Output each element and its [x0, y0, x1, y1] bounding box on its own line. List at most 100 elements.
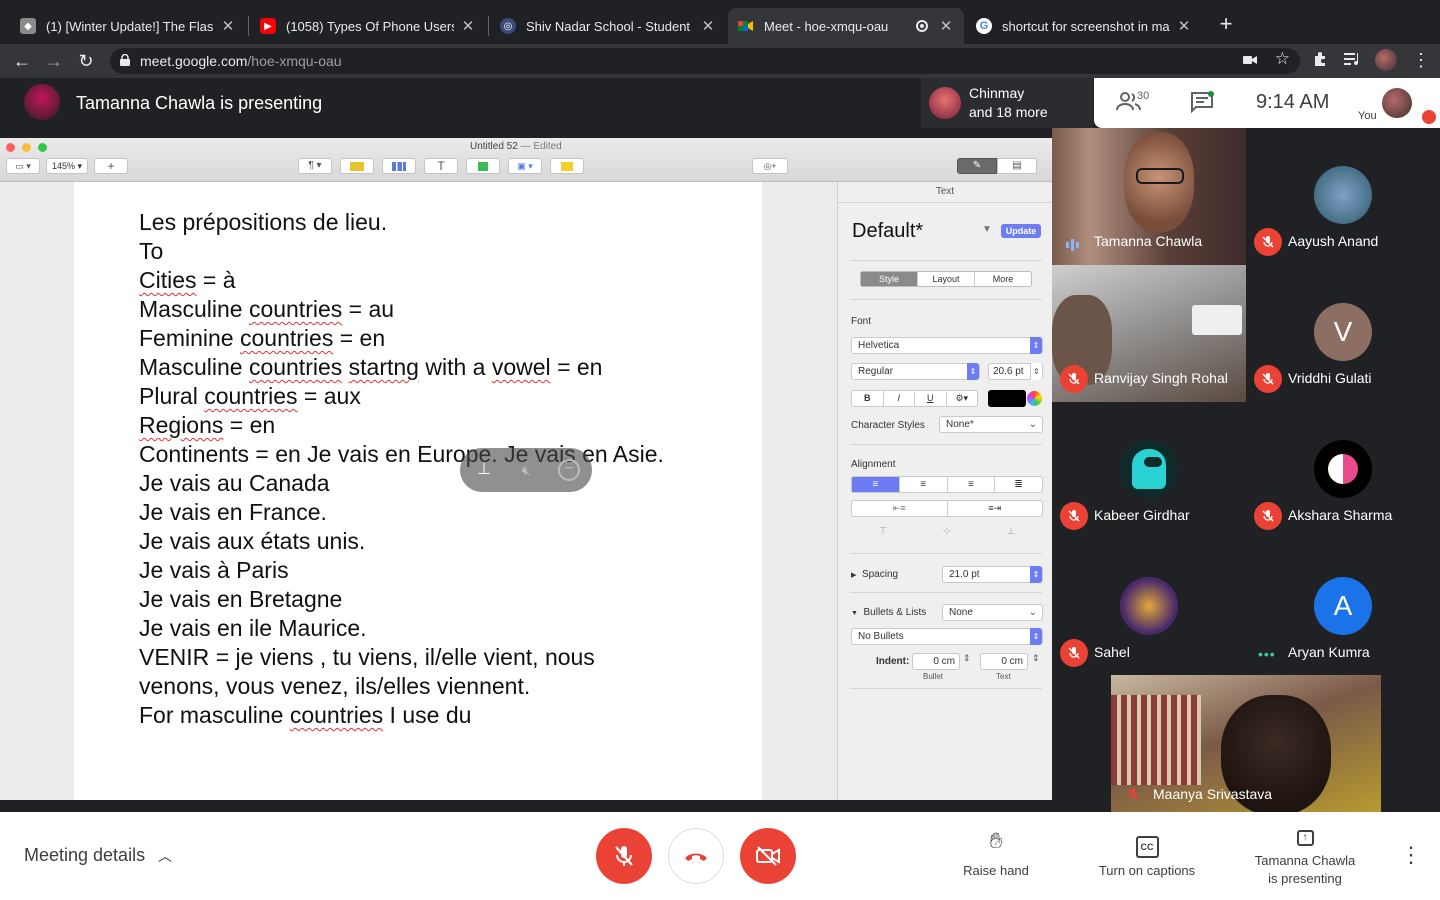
bullet-indent-field[interactable]: 0 cm — [912, 653, 960, 670]
pin-icon[interactable]: ⊥ — [472, 458, 496, 482]
tab-close-icon[interactable]: ✕ — [460, 17, 476, 35]
participant-tile[interactable]: Kabeer Girdhar — [1052, 402, 1246, 539]
align-center-icon[interactable]: ≡ — [898, 477, 947, 492]
tab-close-icon[interactable]: ✕ — [220, 17, 236, 35]
tab-style[interactable]: Style — [861, 272, 917, 286]
insert-text-button[interactable]: T — [424, 158, 458, 174]
participant-tile[interactable]: Maanya Srivastava — [1111, 675, 1381, 812]
tab-roblox[interactable]: ◆ (1) [Winter Update!] The Flash ✕ — [10, 8, 246, 44]
participant-tile[interactable]: Ranvijay Singh Rohal — [1052, 265, 1246, 402]
document-text-line[interactable]: For masculine countries I use du — [139, 701, 471, 730]
insert-shape-button[interactable] — [466, 158, 500, 174]
document-text-line[interactable]: Cities = à — [139, 266, 236, 295]
bold-button[interactable]: B — [852, 391, 883, 406]
align-right-icon[interactable]: ≡ — [946, 477, 995, 492]
camera-toggle-button[interactable] — [740, 828, 796, 884]
camera-blocked-icon[interactable] — [1242, 52, 1258, 71]
more-options-dots-icon[interactable]: ••• — [1258, 646, 1276, 662]
text-indent-field[interactable]: 0 cm — [980, 653, 1028, 670]
document-text-line[interactable]: VENIR = je viens , tu viens, il/elle vie… — [139, 643, 595, 672]
text-indent-stepper[interactable]: ⇕ — [1032, 653, 1040, 664]
remove-icon[interactable]: − — [558, 459, 580, 481]
paragraph-style-name[interactable]: Default* — [852, 220, 923, 243]
profile-avatar[interactable] — [1375, 49, 1397, 71]
insert-table-button[interactable] — [340, 158, 374, 174]
document-text-line[interactable]: Les prépositions de lieu. — [139, 208, 387, 237]
document-text-line[interactable]: Je vais au Canada — [139, 469, 330, 498]
color-picker-icon[interactable] — [1027, 391, 1042, 406]
mic-toggle-button[interactable] — [596, 828, 652, 884]
document-text-line[interactable]: Regions = en — [139, 411, 275, 440]
character-styles-select[interactable]: None* ⌄ — [939, 416, 1043, 433]
present-now-button[interactable]: ↑ Tamanna Chawla is presenting — [1240, 824, 1370, 888]
align-middle-icon[interactable]: ⊹ — [915, 524, 979, 541]
add-page-button[interactable]: + — [94, 158, 128, 174]
document-text-line[interactable]: To — [139, 237, 163, 266]
insert-media-button[interactable]: ▣ ▾ — [508, 158, 542, 174]
font-weight-select[interactable]: Regular ⇕ — [851, 363, 980, 380]
reload-icon[interactable]: ↻ — [72, 47, 100, 75]
italic-button[interactable]: I — [882, 391, 915, 406]
document-text-line[interactable]: Plural countries = aux — [139, 382, 361, 411]
back-icon[interactable]: ← — [8, 47, 36, 75]
insert-comment-button[interactable] — [550, 158, 584, 174]
document-text-line[interactable]: venons, vous venez, ils/elles viennent. — [139, 672, 530, 701]
decrease-indent-icon[interactable]: ⇤≡ — [852, 501, 947, 516]
align-bottom-icon[interactable]: ⊥ — [979, 524, 1043, 541]
participant-tile[interactable]: V Vriddhi Gulati — [1246, 265, 1440, 402]
update-style-button[interactable]: Update — [1001, 224, 1041, 238]
bullets-label[interactable]: ▼ Bullets & Lists — [851, 607, 926, 618]
tab-layout[interactable]: Layout — [917, 272, 974, 286]
document-page[interactable]: Les prépositions de lieu. To Cities = à Mas… — [74, 182, 762, 800]
document-button[interactable]: ▤ — [997, 158, 1037, 174]
document-text-line[interactable]: Je vais en Bretagne — [139, 585, 342, 614]
mute-audio-icon[interactable]: 🔇︎ — [514, 458, 538, 482]
align-top-icon[interactable]: ⊤ — [851, 524, 915, 541]
chrome-menu-icon[interactable]: ⋮ — [1412, 48, 1430, 72]
window-zoom-button[interactable] — [38, 143, 47, 152]
text-color-well[interactable] — [988, 390, 1026, 407]
tab-youtube[interactable]: ▶ (1058) Types Of Phone Users | ✕ — [250, 8, 486, 44]
tab-close-icon[interactable]: ✕ — [1176, 17, 1192, 35]
participant-tile[interactable]: Tamanna Chawla — [1052, 128, 1246, 265]
list-style-select[interactable]: None ⌄ — [942, 604, 1043, 621]
new-tab-button[interactable]: + — [1214, 12, 1238, 36]
tab-close-icon[interactable]: ✕ — [700, 17, 716, 35]
insert-paragraph-button[interactable]: ¶ ▾ — [298, 158, 332, 174]
chat-icon[interactable] — [1190, 91, 1214, 118]
bookmark-star-icon[interactable]: ☆ — [1275, 49, 1290, 69]
insert-chart-button[interactable] — [382, 158, 416, 174]
participant-tile[interactable]: Akshara Sharma — [1246, 402, 1440, 539]
font-family-select[interactable]: Helvetica ⇕ — [851, 337, 1043, 354]
more-options-icon[interactable]: ⋮ — [1400, 842, 1422, 868]
participant-tile[interactable]: A ••• Aryan Kumra — [1246, 539, 1440, 676]
document-text-line[interactable]: Je vais à Paris — [139, 556, 289, 585]
captions-button[interactable]: CC Turn on captions — [1086, 832, 1208, 880]
self-avatar[interactable] — [1382, 88, 1412, 118]
document-text-line[interactable]: Je vais en France. — [139, 498, 327, 527]
document-text-line[interactable]: Masculine countries startng with a vowel… — [139, 353, 602, 382]
meeting-details-button[interactable]: Meeting details ︿ — [24, 845, 172, 866]
tab-meet[interactable]: Meet - hoe-xmqu-oau ✕ — [728, 8, 964, 44]
spacing-field[interactable]: 21.0 pt ⇕ — [942, 566, 1043, 583]
underline-button[interactable]: U — [914, 391, 946, 406]
spacing-label[interactable]: ▶ Spacing — [851, 569, 898, 580]
format-button[interactable]: ✎ — [957, 158, 997, 174]
others-tile[interactable]: Chinmay and 18 more — [921, 78, 1093, 128]
media-controls-icon[interactable] — [1344, 51, 1362, 72]
participant-tile[interactable]: Aayush Anand — [1246, 128, 1440, 265]
document-text-line[interactable]: Masculine countries = au — [139, 295, 394, 324]
bullet-indent-stepper[interactable]: ⇕ — [963, 653, 971, 664]
increase-indent-icon[interactable]: ≡⇥ — [946, 501, 1043, 516]
tab-more[interactable]: More — [974, 272, 1031, 286]
font-size-field[interactable]: 20.6 pt ⇕ — [988, 363, 1043, 380]
gear-icon[interactable]: ⚙▾ — [945, 391, 978, 406]
window-minimize-button[interactable] — [22, 143, 31, 152]
document-text-line[interactable]: Je vais en ile Maurice. — [139, 614, 367, 643]
raise-hand-button[interactable]: ✋︎ Raise hand — [950, 830, 1042, 880]
tab-google-search[interactable]: G shortcut for screenshot in mac ✕ — [966, 8, 1202, 44]
document-text-line[interactable]: Feminine countries = en — [139, 324, 385, 353]
address-bar[interactable]: meet.google.com/hoe-xmqu-oau ☆ — [110, 48, 1300, 74]
zoom-menu[interactable]: 145% ▾ — [46, 158, 88, 174]
extensions-icon[interactable] — [1312, 50, 1330, 73]
